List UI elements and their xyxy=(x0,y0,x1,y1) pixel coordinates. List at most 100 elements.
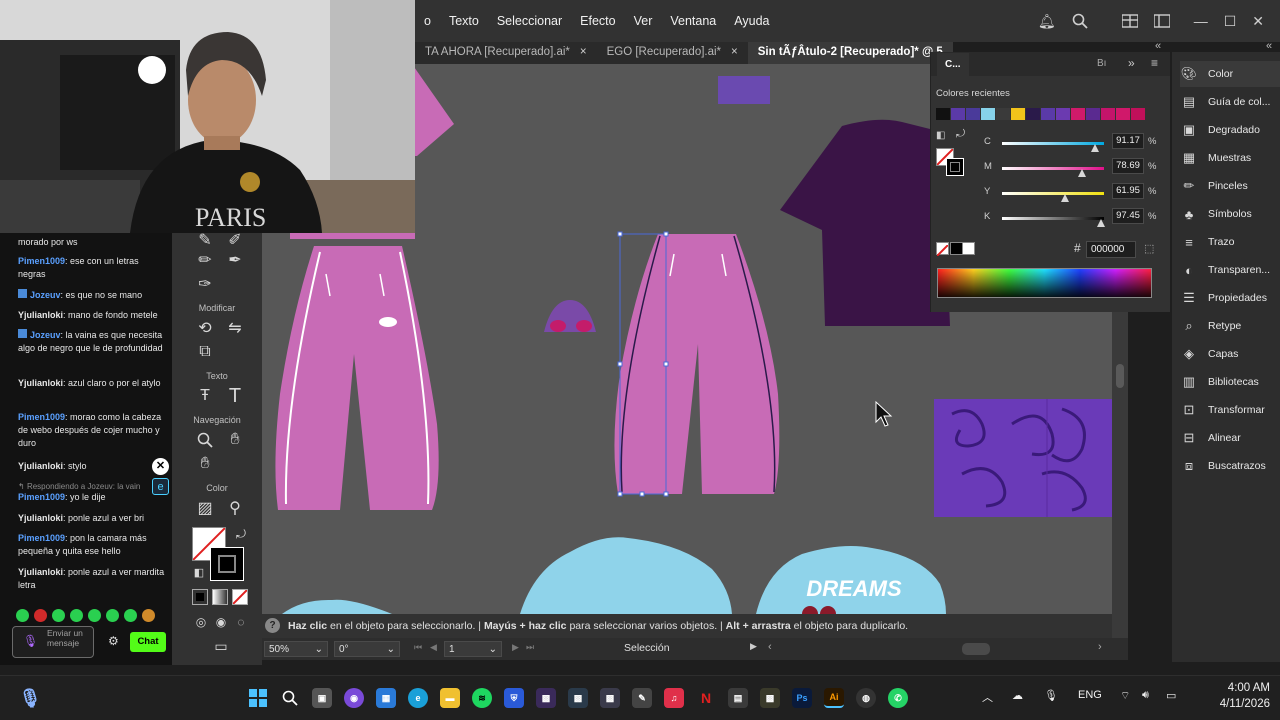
color-picker-icon[interactable]: ⬚ xyxy=(1144,242,1154,255)
dock-item-capas[interactable]: ◈ Capas xyxy=(1180,341,1280,367)
emote-icon[interactable] xyxy=(142,609,155,622)
chat-username[interactable]: Pimen1009 xyxy=(18,412,65,422)
music-app-icon[interactable]: ♫ xyxy=(664,688,684,708)
channel-track[interactable] xyxy=(1002,192,1104,195)
dock-item-muestras[interactable]: ▦ Muestras xyxy=(1180,145,1280,171)
help-icon[interactable]: ? xyxy=(265,618,280,633)
recent-color-swatch[interactable] xyxy=(1131,108,1145,120)
eyedropper-tool-icon[interactable]: ⚲ xyxy=(224,497,246,519)
chat-username[interactable]: Yjulianloki xyxy=(18,461,63,471)
input-language[interactable]: ENG xyxy=(1078,689,1102,701)
purple-swatch-rect[interactable] xyxy=(718,76,770,104)
recent-color-swatch[interactable] xyxy=(1071,108,1085,120)
close-overlay-icon[interactable]: ✕ xyxy=(152,458,169,475)
illustrator-icon[interactable]: Ai xyxy=(824,688,844,708)
emote-icon[interactable] xyxy=(124,609,137,622)
menu-partial[interactable]: o xyxy=(415,14,440,28)
recent-color-swatch[interactable] xyxy=(996,108,1010,120)
tshirt-blue-left[interactable] xyxy=(282,599,392,614)
swap-colors-icon[interactable]: ⤾ xyxy=(956,128,965,141)
color-mode-button[interactable] xyxy=(192,589,208,605)
draw-inside-icon[interactable]: ◌ xyxy=(230,611,252,633)
notifications-bell-icon[interactable]: 🔔︎ xyxy=(1038,13,1056,30)
recent-color-swatch[interactable] xyxy=(981,108,995,120)
channel-knob[interactable] xyxy=(1090,144,1099,152)
recent-color-swatch[interactable] xyxy=(966,108,980,120)
calculator-icon[interactable]: ▤ xyxy=(728,688,748,708)
channel-knob[interactable] xyxy=(1061,194,1070,202)
maximize-icon[interactable]: ☐ xyxy=(1224,13,1237,30)
rotate-view-tool-icon[interactable]: ✋︎ xyxy=(194,453,216,475)
app-icon-1[interactable]: ▩ xyxy=(536,688,556,708)
channel-value-input[interactable]: 78.69 xyxy=(1112,158,1144,174)
chat-send-button[interactable]: Chat xyxy=(130,632,166,652)
emote-icon[interactable] xyxy=(106,609,119,622)
dock-item-propiedades[interactable]: ☰ Propiedades xyxy=(1180,285,1280,311)
rotation-select[interactable]: 0° ⌄ xyxy=(334,641,400,657)
app-icon-3[interactable]: ▩ xyxy=(600,688,620,708)
mode-menu-arrow-icon[interactable]: ▶ xyxy=(750,641,757,652)
dock-item-s-mbolos[interactable]: ♣ Símbolos xyxy=(1180,201,1280,227)
dock-item-buscatrazos[interactable]: ⧈ Buscatrazos xyxy=(1180,453,1280,479)
expand-panels-icon[interactable]: » xyxy=(1128,56,1135,70)
dock-item-color[interactable]: 🎨︎ Color xyxy=(1180,61,1280,87)
extension-icon[interactable]: e xyxy=(152,478,169,495)
dock-item-retype[interactable]: ⌕ Retype xyxy=(1180,313,1280,339)
dock-item-bibliotecas[interactable]: ▥ Bibliotecas xyxy=(1180,369,1280,395)
app-icon-2[interactable]: ▩ xyxy=(568,688,588,708)
workspace-switcher-icon[interactable] xyxy=(1121,14,1138,28)
photoshop-icon[interactable]: Ps xyxy=(792,688,812,708)
menu-texto[interactable]: Texto xyxy=(440,14,488,28)
dock-item-trazo[interactable]: ≡ Trazo xyxy=(1180,229,1280,255)
edge-icon[interactable]: e xyxy=(408,688,428,708)
channel-knob[interactable] xyxy=(1097,219,1106,227)
chat-username[interactable]: Pimen1009 xyxy=(18,533,65,543)
dock-item-gu-a-de-col[interactable]: ▤ Guía de col... xyxy=(1180,89,1280,115)
onedrive-icon[interactable]: ☁ xyxy=(1012,689,1023,702)
zoom-tool-icon[interactable] xyxy=(194,429,216,451)
close-window-icon[interactable]: ✕ xyxy=(1252,13,1264,30)
netflix-icon[interactable]: N xyxy=(696,688,716,708)
menu-ayuda[interactable]: Ayuda xyxy=(725,14,778,28)
hex-input[interactable]: 000000 xyxy=(1086,241,1136,258)
obs-icon[interactable]: ◍ xyxy=(856,688,876,708)
recent-color-swatch[interactable] xyxy=(1041,108,1055,120)
whatsapp-icon[interactable]: ✆ xyxy=(888,688,908,708)
dock-item-transformar[interactable]: ⊡ Transformar xyxy=(1180,397,1280,423)
puppet-warp-tool-icon[interactable]: ⧉ xyxy=(194,341,216,363)
chat-username[interactable]: Pimen1009 xyxy=(18,256,65,266)
recent-color-swatch[interactable] xyxy=(951,108,965,120)
security-shield-icon[interactable]: ⛨ xyxy=(504,688,524,708)
recent-color-swatch[interactable] xyxy=(1086,108,1100,120)
eraser-tool-icon[interactable]: ✑ xyxy=(194,273,216,295)
menu-ventana[interactable]: Ventana xyxy=(661,14,725,28)
channel-track[interactable] xyxy=(1002,217,1104,220)
last-artboard-icon[interactable]: ⏭ xyxy=(526,642,534,653)
paintbrush-tool-icon[interactable]: ✏ xyxy=(194,249,216,271)
gradient-mode-button[interactable] xyxy=(212,589,228,605)
app-icon-4[interactable]: ▩ xyxy=(760,688,780,708)
reflect-tool-icon[interactable]: ⇋ xyxy=(224,317,246,339)
pants-center-selected[interactable] xyxy=(614,231,780,497)
type-tool-icon[interactable]: T xyxy=(224,385,246,407)
chat-username[interactable]: Yjulianloki xyxy=(18,513,63,523)
microphone-widget-icon[interactable]: 🎙︎ xyxy=(19,688,42,708)
default-fill-stroke-icon[interactable]: ◧ xyxy=(188,561,210,583)
close-tab-icon[interactable]: × xyxy=(731,46,738,60)
blob-brush-tool-icon[interactable]: ✒ xyxy=(224,249,246,271)
recent-color-swatch[interactable] xyxy=(1026,108,1040,120)
tshirt-blue-center[interactable] xyxy=(520,537,732,614)
previous-artboard-icon[interactable]: ◀ xyxy=(430,642,437,653)
menu-ver[interactable]: Ver xyxy=(625,14,662,28)
white-color-button[interactable] xyxy=(962,242,975,255)
battery-icon[interactable]: ▭ xyxy=(1166,689,1176,702)
first-artboard-icon[interactable]: ⏮ xyxy=(414,642,422,653)
store-icon[interactable]: ▦ xyxy=(376,688,396,708)
dock-item-transparen[interactable]: ◐ Transparen... xyxy=(1180,257,1280,283)
panel-stroke-swatch[interactable] xyxy=(946,158,964,176)
horizontal-scroll-thumb[interactable] xyxy=(962,643,990,655)
close-tab-icon[interactable]: × xyxy=(580,46,587,60)
gradient-tool-icon[interactable]: ▨ xyxy=(194,497,216,519)
tray-microphone-icon[interactable]: 🎙︎ xyxy=(1044,689,1058,702)
scroll-left-icon[interactable]: ‹ xyxy=(768,641,772,653)
